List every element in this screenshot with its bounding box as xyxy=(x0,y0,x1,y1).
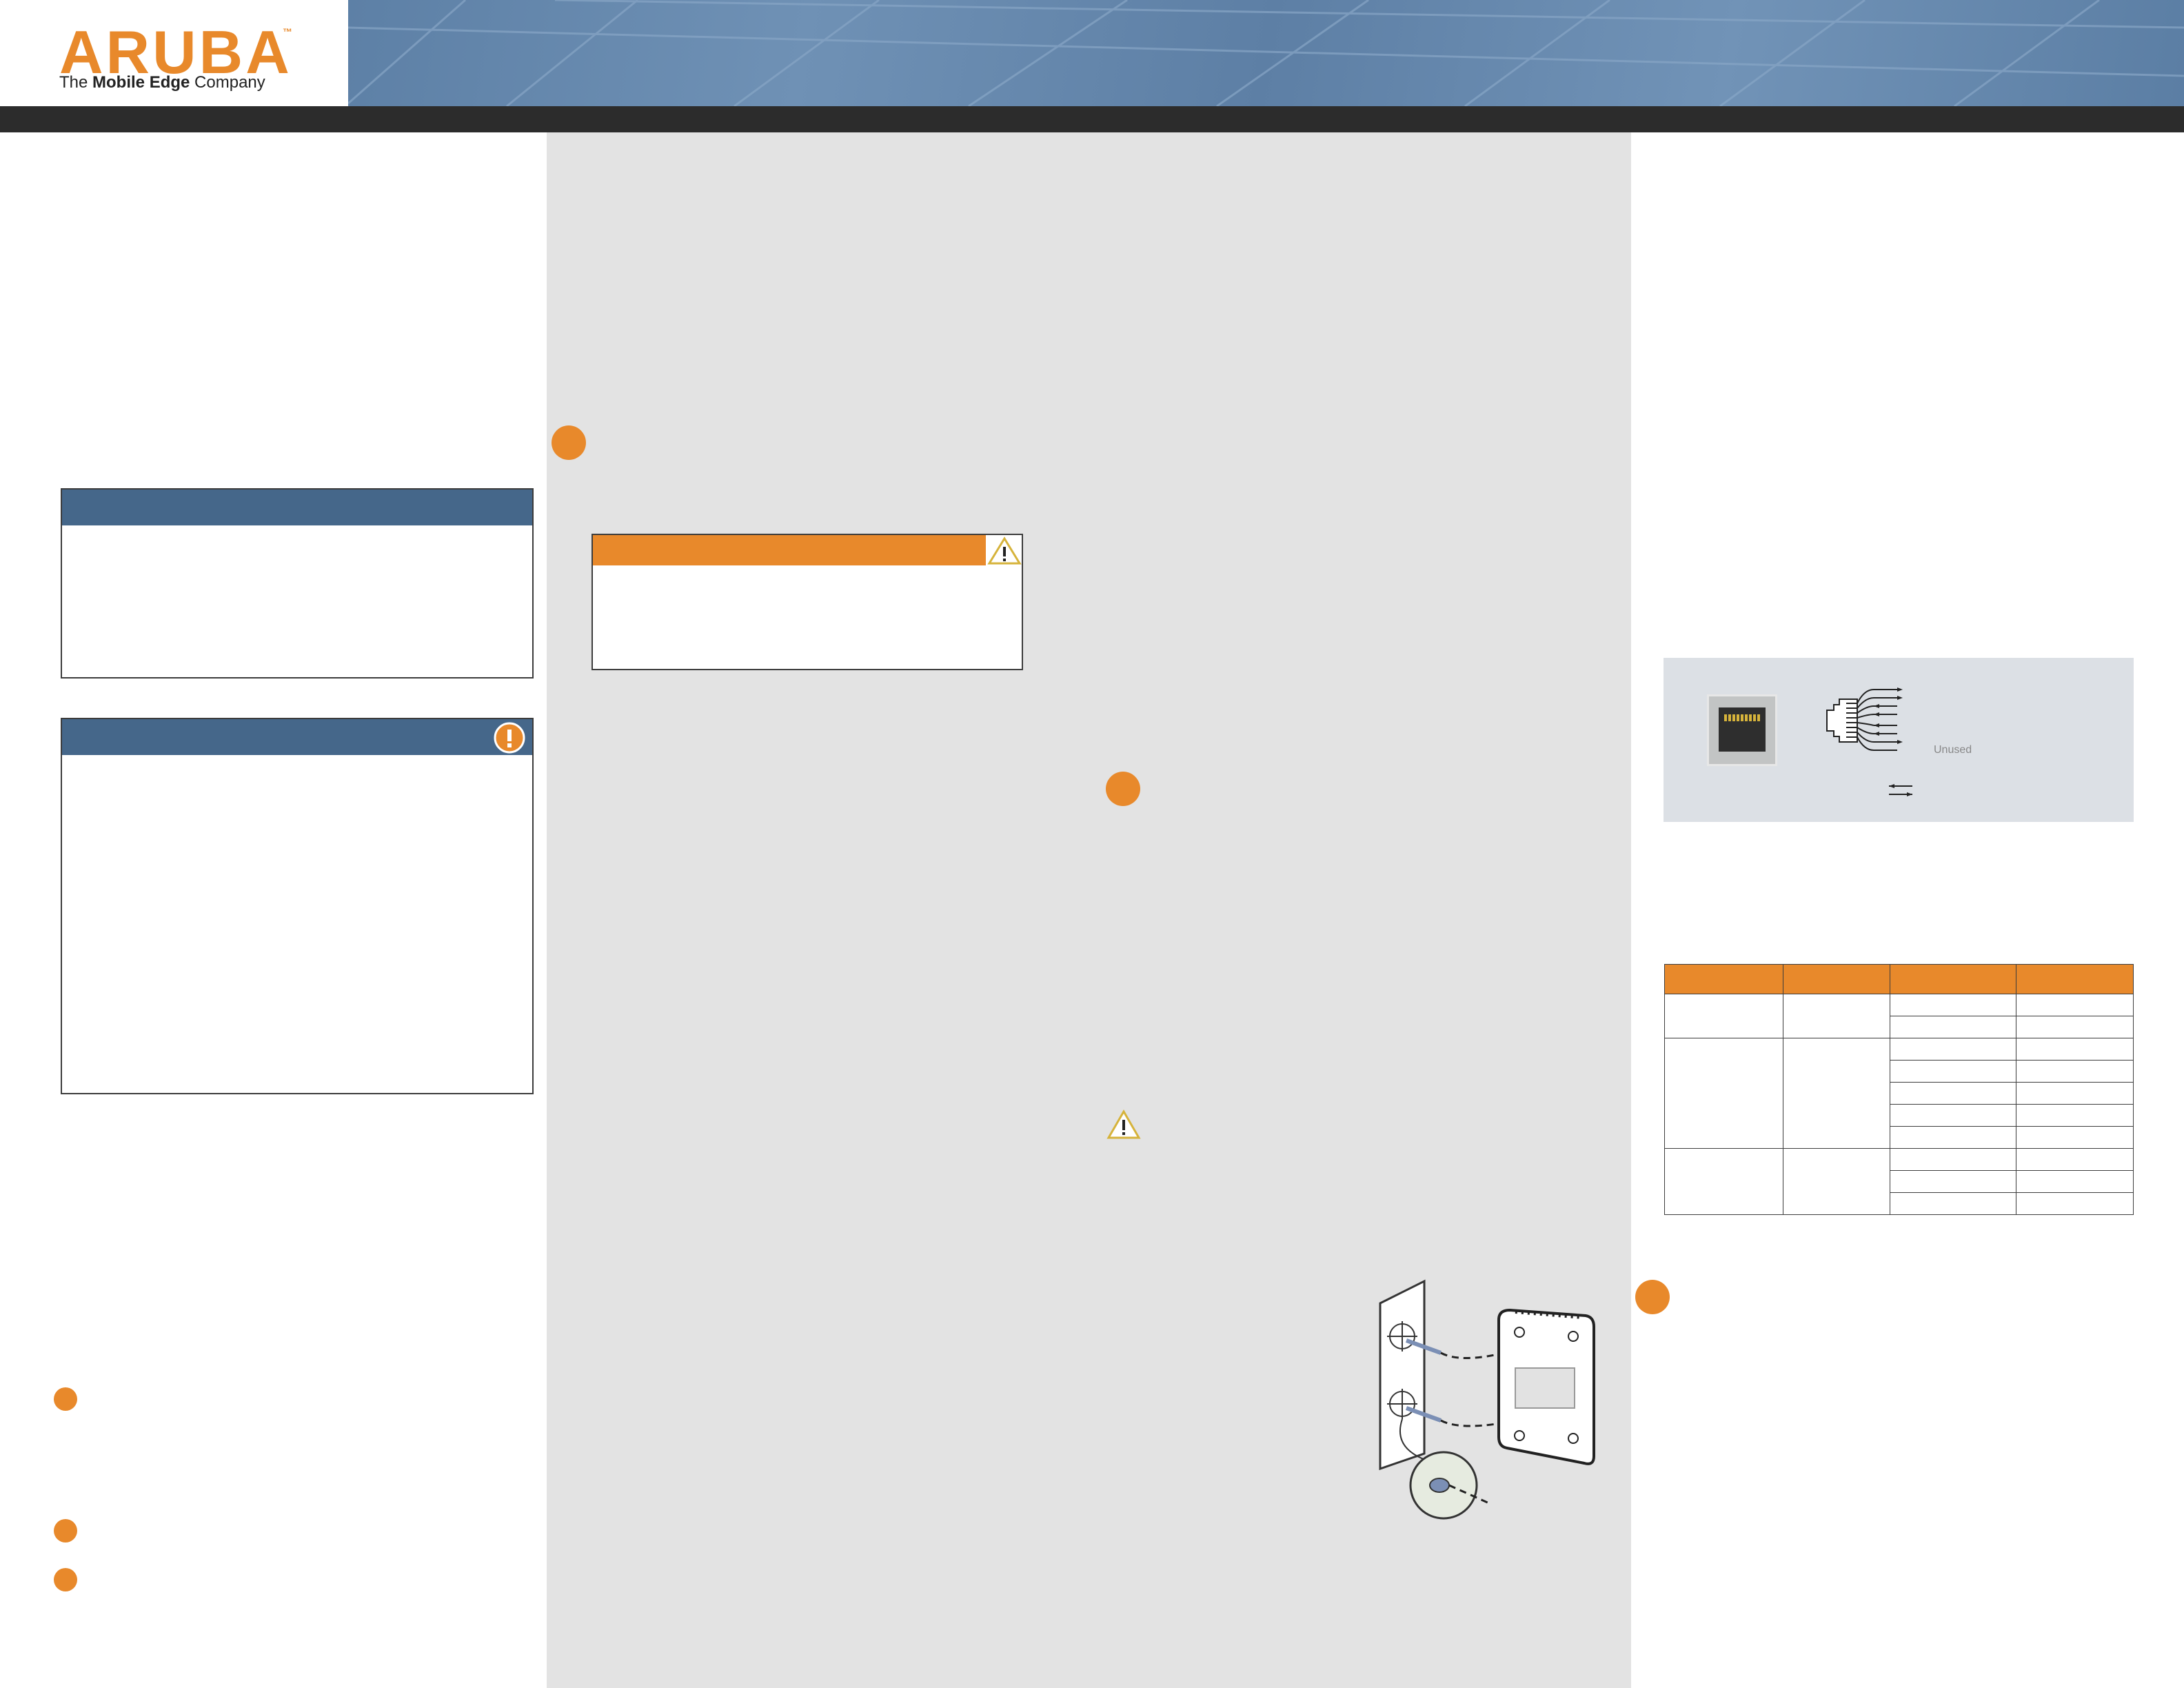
header-banner-image xyxy=(348,0,2184,106)
warning-box-header xyxy=(593,535,986,565)
table-header-row xyxy=(1664,964,2134,994)
tagline-post: Company xyxy=(190,73,265,92)
step-bullet xyxy=(54,1568,77,1591)
note-box xyxy=(61,488,534,679)
pinout-table xyxy=(1664,964,2134,1215)
wall-mount-illustration xyxy=(1379,1279,1595,1520)
table-row xyxy=(1664,1148,2134,1215)
caution-box-header xyxy=(62,719,532,755)
rj45-port-photo xyxy=(1707,694,1777,766)
warning-box xyxy=(592,534,1023,670)
rj45-pinout-diagram xyxy=(1826,687,1912,796)
exclamation-circle-icon xyxy=(494,722,525,754)
brand-trademark: ™ xyxy=(283,26,292,37)
step-bullet xyxy=(1635,1280,1670,1314)
rj45-pins xyxy=(1724,714,1760,721)
step-bullet xyxy=(54,1387,77,1411)
table-row xyxy=(1664,1038,2134,1149)
table-row xyxy=(1664,994,2134,1038)
header-dark-band xyxy=(0,106,2184,132)
warning-triangle-icon xyxy=(987,536,1022,565)
caution-box xyxy=(61,718,534,1094)
step-bullet xyxy=(54,1519,77,1543)
step-bullet xyxy=(552,425,586,460)
note-box-header xyxy=(62,490,532,525)
tagline-pre: The xyxy=(59,73,93,92)
warning-triangle-icon xyxy=(1106,1109,1141,1139)
unused-pins-label: Unused xyxy=(1934,744,1972,756)
brand-tagline: The Mobile Edge Company xyxy=(59,74,265,91)
tagline-bold: Mobile Edge xyxy=(92,73,190,92)
step-bullet xyxy=(1106,772,1140,806)
